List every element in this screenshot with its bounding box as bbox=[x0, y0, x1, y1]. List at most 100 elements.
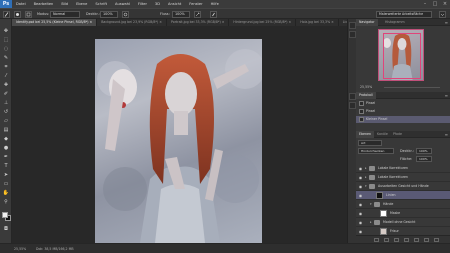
lasso-tool-icon[interactable]: ◌ bbox=[2, 45, 10, 53]
navigator-view-frame[interactable] bbox=[383, 33, 421, 79]
tab-holz[interactable]: Holz.jpg bei 33,3% × bbox=[296, 19, 339, 26]
marquee-tool-icon[interactable]: ⬚ bbox=[2, 36, 10, 44]
zoom-tool-icon[interactable]: ⚲ bbox=[2, 198, 10, 206]
quick-mask-icon[interactable]: ◘ bbox=[2, 225, 10, 233]
expand-arrow-icon[interactable]: ▾ bbox=[370, 202, 372, 206]
tab-ebenen[interactable]: Ebenen bbox=[356, 131, 374, 138]
tab-kanaele[interactable]: Kanäle bbox=[374, 131, 391, 138]
fluss-field[interactable]: 100% bbox=[172, 11, 190, 18]
layer-row[interactable]: ◉ ▸ Lokale Korrekturen bbox=[356, 173, 450, 182]
tab-pfade[interactable]: Pfade bbox=[390, 131, 405, 138]
minimize-button[interactable]: – bbox=[422, 1, 428, 7]
visibility-eye-icon[interactable]: ◉ bbox=[358, 211, 363, 216]
dodge-tool-icon[interactable]: ● bbox=[2, 144, 10, 152]
healing-brush-tool-icon[interactable]: ✚ bbox=[2, 81, 10, 89]
eyedropper-tool-icon[interactable]: ⁄ bbox=[2, 72, 10, 80]
tab-histogramm[interactable]: Histogramm bbox=[382, 19, 408, 26]
brush-panel-icon[interactable] bbox=[25, 11, 32, 18]
new-group-icon[interactable] bbox=[414, 238, 419, 242]
eraser-tool-icon[interactable]: ▱ bbox=[2, 117, 10, 125]
gradient-tool-icon[interactable]: ▤ bbox=[2, 126, 10, 134]
maximize-button[interactable]: □ bbox=[432, 1, 438, 7]
menu-hilfe[interactable]: Hilfe bbox=[207, 0, 223, 8]
crop-tool-icon[interactable]: ⌗ bbox=[2, 63, 10, 71]
history-brush-tool-icon[interactable]: ↺ bbox=[2, 108, 10, 116]
expand-arrow-icon[interactable]: ▾ bbox=[365, 184, 367, 188]
tab-navigator[interactable]: Navigator bbox=[356, 19, 378, 26]
menu-datei[interactable]: Datei bbox=[12, 0, 30, 8]
pressure-size-icon[interactable] bbox=[210, 11, 217, 18]
blend-mode-select[interactable]: Hindurchwirken bbox=[358, 148, 394, 154]
history-panel-icon[interactable] bbox=[349, 22, 356, 29]
visibility-eye-icon[interactable]: ◉ bbox=[358, 184, 363, 189]
menu-bearbeiten[interactable]: Bearbeiten bbox=[30, 0, 58, 8]
quick-select-tool-icon[interactable]: ✎ bbox=[2, 54, 10, 62]
deckkraft-field[interactable]: 100% bbox=[100, 11, 118, 18]
new-layer-icon[interactable] bbox=[424, 238, 429, 242]
history-item-selected[interactable]: Kleiner Pinsel bbox=[356, 116, 450, 123]
tab-hintergrund[interactable]: Hintergrund.jpg bei 25% (RGB/8*) × bbox=[229, 19, 297, 26]
workspace-select[interactable]: Malerweiterte Arbeitsfläche bbox=[376, 11, 432, 18]
adjustment-layer-icon[interactable] bbox=[404, 238, 409, 242]
expand-arrow-icon[interactable]: ▸ bbox=[365, 166, 367, 170]
menu-filter[interactable]: Filter bbox=[134, 0, 151, 8]
layer-style-icon[interactable] bbox=[384, 238, 389, 242]
layer-row[interactable]: ◉ ▸ Modell ohne Gesicht bbox=[356, 218, 450, 227]
visibility-eye-icon[interactable]: ◉ bbox=[358, 202, 363, 207]
pen-tool-icon[interactable]: ✒ bbox=[2, 153, 10, 161]
tab-identify[interactable]: Identify.psd bei 25,5% (Kleine Pinsel, R… bbox=[12, 19, 98, 26]
tab-portrait[interactable]: Portrait.jpg bei 33,3% (RGB/8*) × bbox=[166, 19, 230, 26]
type-tool-icon[interactable]: T bbox=[2, 162, 10, 170]
navigator-zoom-slider[interactable] bbox=[384, 87, 440, 88]
menu-schrift[interactable]: Schrift bbox=[91, 0, 111, 8]
airbrush-icon[interactable] bbox=[194, 11, 201, 18]
brushes-panel-icon[interactable] bbox=[349, 93, 356, 100]
add-mask-icon[interactable] bbox=[394, 238, 399, 242]
brush-preset-icon[interactable] bbox=[3, 11, 10, 18]
navigator-preview[interactable] bbox=[378, 29, 424, 81]
layer-row-selected[interactable]: ◉ Linien bbox=[356, 191, 450, 200]
layer-fill-field[interactable]: 100% bbox=[416, 156, 432, 162]
visibility-eye-icon[interactable]: ◉ bbox=[358, 175, 363, 180]
shape-tool-icon[interactable]: ▭ bbox=[2, 180, 10, 188]
blur-tool-icon[interactable]: ◆ bbox=[2, 135, 10, 143]
properties-panel-icon[interactable] bbox=[349, 31, 356, 38]
close-button[interactable]: × bbox=[442, 1, 448, 7]
layer-kind-filter[interactable]: Art bbox=[358, 140, 382, 146]
layer-row[interactable]: ◉ Maske bbox=[356, 209, 450, 218]
panel-menu-icon[interactable]: ≡ bbox=[445, 19, 448, 26]
history-menu-icon[interactable]: ≡ bbox=[445, 92, 448, 99]
expand-arrow-icon[interactable]: ▸ bbox=[365, 175, 367, 179]
expand-arrow-icon[interactable]: ▸ bbox=[370, 220, 372, 224]
tab-protokoll[interactable]: Protokoll bbox=[356, 92, 376, 99]
clone-stamp-tool-icon[interactable]: ⊥ bbox=[2, 99, 10, 107]
brush-tool-icon[interactable]: ✐ bbox=[2, 90, 10, 98]
modus-select[interactable]: Normal bbox=[50, 11, 80, 18]
move-tool-icon[interactable]: ✥ bbox=[2, 27, 10, 35]
delete-layer-icon[interactable] bbox=[434, 238, 439, 242]
history-item[interactable]: Pinsel bbox=[356, 100, 450, 107]
menu-fenster[interactable]: Fenster bbox=[185, 0, 206, 8]
menu-bild[interactable]: Bild bbox=[57, 0, 72, 8]
hand-tool-icon[interactable]: ✋ bbox=[2, 189, 10, 197]
menu-3d[interactable]: 3D bbox=[151, 0, 164, 8]
visibility-eye-icon[interactable]: ◉ bbox=[358, 193, 363, 198]
history-item[interactable]: Pinsel bbox=[356, 108, 450, 115]
menu-auswahl[interactable]: Auswahl bbox=[111, 0, 134, 8]
character-panel-icon[interactable] bbox=[349, 102, 356, 109]
status-zoom[interactable]: 25,55% bbox=[14, 247, 26, 251]
layer-opacity-field[interactable]: 100% bbox=[416, 148, 432, 154]
brush-size-icon[interactable] bbox=[14, 11, 21, 18]
link-layers-icon[interactable] bbox=[374, 238, 379, 242]
layer-row[interactable]: ◉ ▾ Ausarbeiten Gesicht und Hände bbox=[356, 182, 450, 191]
layer-row[interactable]: ◉ ▾ Hände bbox=[356, 200, 450, 209]
document-canvas[interactable] bbox=[95, 39, 262, 243]
workspace-menu-icon[interactable] bbox=[439, 11, 446, 18]
pressure-opacity-icon[interactable] bbox=[122, 11, 129, 18]
path-select-tool-icon[interactable]: ➤ bbox=[2, 171, 10, 179]
layer-row[interactable]: ◉ ▸ Lokale Korrekturen bbox=[356, 164, 450, 173]
layers-menu-icon[interactable]: ≡ bbox=[445, 131, 448, 138]
foreground-color-swatch[interactable] bbox=[2, 212, 8, 218]
menu-ansicht[interactable]: Ansicht bbox=[164, 0, 185, 8]
visibility-eye-icon[interactable]: ◉ bbox=[358, 166, 363, 171]
